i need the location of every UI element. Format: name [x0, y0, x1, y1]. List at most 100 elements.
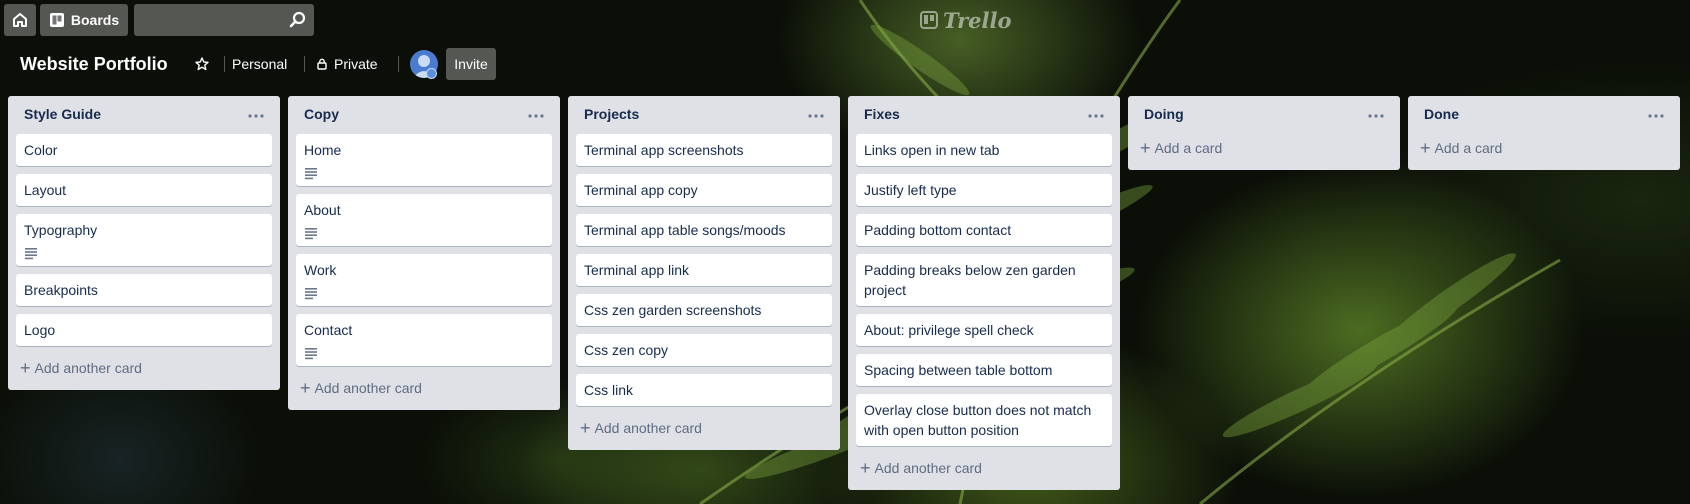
- list-menu-button[interactable]: [1364, 104, 1388, 128]
- trello-logo[interactable]: Trello: [920, 8, 1012, 33]
- card-title: Color: [24, 142, 58, 158]
- header-divider: [398, 56, 399, 72]
- card-title: Padding bottom contact: [864, 222, 1012, 238]
- card-title: About: [304, 202, 341, 218]
- card-title: Home: [304, 142, 342, 158]
- add-card-label: Add another card: [594, 420, 702, 436]
- card-title: Terminal app screenshots: [584, 142, 744, 158]
- list-header: Fixes: [856, 96, 1112, 134]
- header-divider: [304, 56, 305, 72]
- more-icon: [1648, 114, 1664, 118]
- more-icon: [528, 114, 544, 118]
- card[interactable]: Justify left type: [856, 174, 1112, 206]
- card[interactable]: Css link: [576, 374, 832, 406]
- list-fixes: Fixes Links open in new tab Justify left…: [848, 96, 1120, 490]
- card-title: Justify left type: [864, 182, 957, 198]
- trello-logo-icon: [920, 11, 938, 29]
- add-card-button[interactable]: + Add another card: [296, 374, 552, 402]
- list-menu-button[interactable]: [244, 104, 268, 128]
- plus-icon: +: [300, 378, 311, 398]
- add-card-button[interactable]: + Add another card: [16, 354, 272, 382]
- card[interactable]: Home: [296, 134, 552, 186]
- card[interactable]: Spacing between table bottom: [856, 354, 1112, 386]
- list-doing: Doing + Add a card: [1128, 96, 1400, 170]
- card[interactable]: Css zen garden screenshots: [576, 294, 832, 326]
- more-icon: [808, 114, 824, 118]
- card[interactable]: About: privilege spell check: [856, 314, 1112, 346]
- card-title: Css zen copy: [584, 342, 669, 358]
- card-title: Layout: [24, 182, 67, 198]
- lock-icon: [317, 58, 327, 70]
- boards-label: Boards: [70, 12, 120, 28]
- description-icon: [305, 348, 317, 360]
- card[interactable]: Work: [296, 254, 552, 306]
- card-title: Overlay close button does not match with…: [864, 402, 1092, 438]
- list-menu-button[interactable]: [1084, 104, 1108, 128]
- list-title[interactable]: Projects: [584, 106, 639, 122]
- card-title: Spacing between table bottom: [864, 362, 1053, 378]
- list-menu-button[interactable]: [804, 104, 828, 128]
- add-card-button[interactable]: + Add a card: [1136, 134, 1392, 162]
- card[interactable]: Typography: [16, 214, 272, 266]
- list-title[interactable]: Doing: [1144, 106, 1184, 122]
- card[interactable]: Padding breaks below zen garden project: [856, 254, 1112, 306]
- add-card-button[interactable]: + Add another card: [856, 454, 1112, 482]
- list-title[interactable]: Done: [1424, 106, 1459, 122]
- card[interactable]: Overlay close button does not match with…: [856, 394, 1112, 446]
- admin-badge-icon: [426, 68, 437, 79]
- plus-icon: +: [860, 458, 871, 478]
- board-title[interactable]: Website Portfolio: [20, 52, 168, 76]
- add-card-button[interactable]: + Add a card: [1416, 134, 1672, 162]
- card[interactable]: Links open in new tab: [856, 134, 1112, 166]
- plus-icon: +: [1140, 138, 1151, 158]
- plus-icon: +: [1420, 138, 1431, 158]
- card-title: Typography: [24, 222, 98, 238]
- home-icon: [13, 13, 27, 27]
- card[interactable]: Padding bottom contact: [856, 214, 1112, 246]
- card-title: Links open in new tab: [864, 142, 1000, 158]
- card-title: Css link: [584, 382, 634, 398]
- card[interactable]: About: [296, 194, 552, 246]
- star-board-button[interactable]: [190, 48, 214, 80]
- list-header: Done: [1416, 96, 1672, 134]
- card[interactable]: Css zen copy: [576, 334, 832, 366]
- boards-button[interactable]: Boards: [40, 4, 128, 36]
- card[interactable]: Color: [16, 134, 272, 166]
- card[interactable]: Terminal app screenshots: [576, 134, 832, 166]
- card[interactable]: Layout: [16, 174, 272, 206]
- add-card-label: Add a card: [1154, 140, 1223, 156]
- plus-icon: +: [580, 418, 591, 438]
- card[interactable]: Terminal app table songs/moods: [576, 214, 832, 246]
- card[interactable]: Terminal app copy: [576, 174, 832, 206]
- boards-icon: [49, 13, 64, 27]
- invite-button[interactable]: Invite: [446, 48, 496, 80]
- add-card-button[interactable]: + Add another card: [576, 414, 832, 442]
- card-title: Css zen garden screenshots: [584, 302, 762, 318]
- team-button[interactable]: Personal: [224, 48, 295, 80]
- list-title[interactable]: Copy: [304, 106, 339, 122]
- description-icon: [25, 248, 37, 260]
- card-title: Logo: [24, 322, 56, 338]
- search-icon[interactable]: [287, 10, 307, 30]
- card[interactable]: Contact: [296, 314, 552, 366]
- visibility-button[interactable]: Private: [308, 48, 386, 80]
- list-menu-button[interactable]: [524, 104, 548, 128]
- list-title[interactable]: Style Guide: [24, 106, 101, 122]
- more-icon: [1368, 114, 1384, 118]
- add-card-label: Add a card: [1434, 140, 1503, 156]
- add-card-label: Add another card: [34, 360, 142, 376]
- description-icon: [305, 288, 317, 300]
- description-icon: [305, 168, 317, 180]
- home-button[interactable]: [4, 4, 36, 36]
- list-header: Projects: [576, 96, 832, 134]
- list-title[interactable]: Fixes: [864, 106, 900, 122]
- list-menu-button[interactable]: [1644, 104, 1668, 128]
- list-projects: Projects Terminal app screenshots Termin…: [568, 96, 840, 450]
- add-card-label: Add another card: [314, 380, 422, 396]
- list-done: Done + Add a card: [1408, 96, 1680, 170]
- more-icon: [248, 114, 264, 118]
- card[interactable]: Breakpoints: [16, 274, 272, 306]
- card[interactable]: Terminal app link: [576, 254, 832, 286]
- description-icon: [305, 228, 317, 240]
- card[interactable]: Logo: [16, 314, 272, 346]
